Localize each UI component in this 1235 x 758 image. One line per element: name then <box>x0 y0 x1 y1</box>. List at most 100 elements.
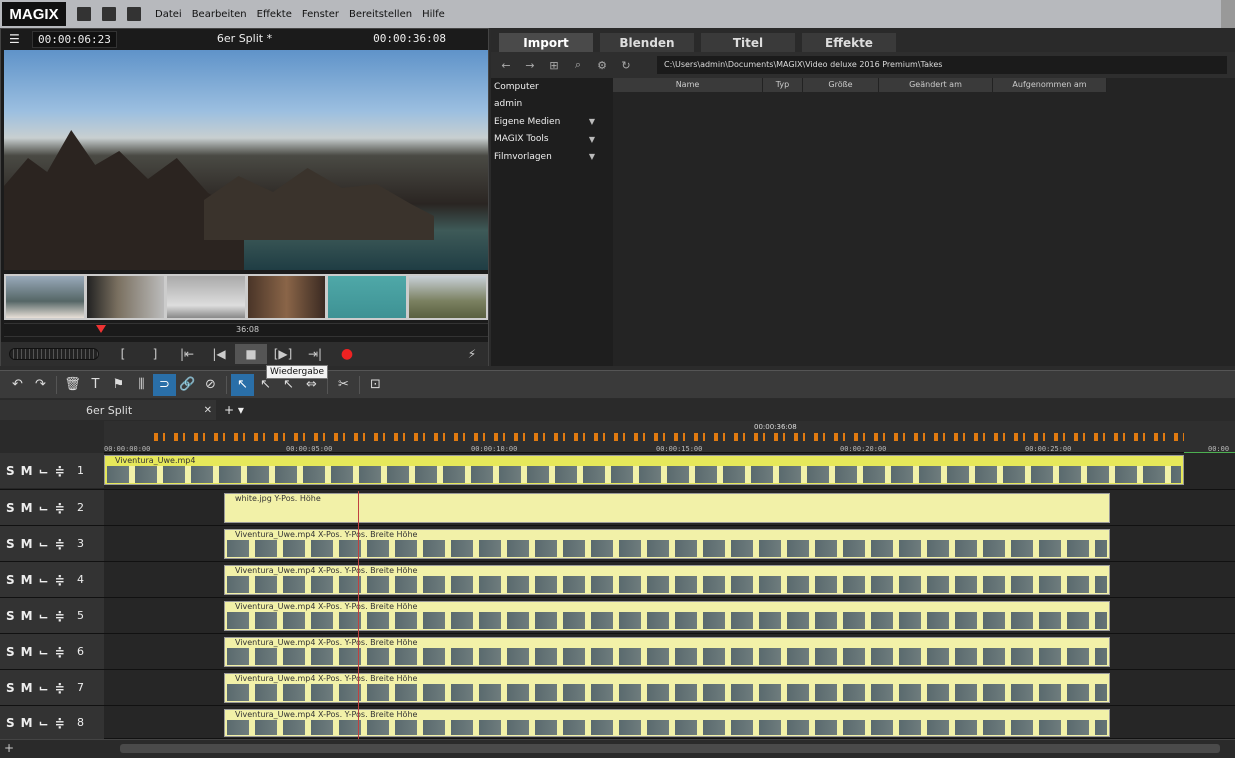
solo-button[interactable]: S <box>6 716 15 730</box>
mute-button[interactable]: M <box>21 464 33 478</box>
clip[interactable]: Viventura_Uwe.mp4 X-Pos. Y-Pos. Breite H… <box>224 529 1110 559</box>
lock-icon[interactable]: ⌙ <box>39 645 49 659</box>
back-arrow-icon[interactable]: ← <box>497 59 515 72</box>
magnet-icon[interactable]: ⊃ <box>153 373 176 396</box>
window-control[interactable] <box>1221 0 1235 28</box>
marker-flag-icon[interactable]: ⚑ <box>107 374 130 396</box>
mark-in-button[interactable]: [ <box>107 344 139 364</box>
mute-button[interactable]: M <box>21 609 33 623</box>
add-tab-icon[interactable]: + ▾ <box>224 403 244 417</box>
mute-button[interactable]: M <box>21 573 33 587</box>
tab-titel[interactable]: Titel <box>701 33 795 52</box>
tree-item-eigene-medien[interactable]: Eigene Medien ▼ <box>491 113 611 131</box>
menu-hilfe[interactable]: Hilfe <box>422 9 445 20</box>
search-icon[interactable]: ⌕ <box>569 58 587 72</box>
effects-icon[interactable]: ≑ <box>55 537 65 551</box>
save-icon[interactable] <box>127 7 141 21</box>
lock-icon[interactable]: ⌙ <box>39 537 49 551</box>
thumbnail-airplane[interactable] <box>167 276 245 318</box>
open-folder-icon[interactable] <box>102 7 116 21</box>
menu-datei[interactable]: Datei <box>155 9 182 20</box>
solo-button[interactable]: S <box>6 645 15 659</box>
tab-import[interactable]: Import <box>499 33 593 52</box>
lock-icon[interactable]: ⌙ <box>39 573 49 587</box>
column-geaendert[interactable]: Geändert am <box>879 78 993 92</box>
arrangement-tab[interactable]: 6er Split ✕ <box>0 400 216 420</box>
thumbnail-landscape[interactable] <box>408 276 486 318</box>
clip[interactable]: Viventura_Uwe.mp4 X-Pos. Y-Pos. Breite H… <box>224 601 1110 631</box>
solo-button[interactable]: S <box>6 464 15 478</box>
effects-icon[interactable]: ≑ <box>55 645 65 659</box>
group-icon[interactable]: ⫼ <box>130 374 153 396</box>
thumbnail-water[interactable] <box>328 276 406 318</box>
clip[interactable]: Viventura_Uwe.mp4 X-Pos. Y-Pos. Breite H… <box>224 709 1110 737</box>
mute-button[interactable]: M <box>21 537 33 551</box>
mute-button[interactable]: M <box>21 716 33 730</box>
scissors-icon[interactable]: ✂ <box>332 374 355 396</box>
redo-icon[interactable]: ↷ <box>29 374 52 396</box>
effects-icon[interactable]: ≑ <box>55 573 65 587</box>
effects-icon[interactable]: ≑ <box>55 501 65 515</box>
mute-button[interactable]: M <box>21 501 33 515</box>
gear-icon[interactable]: ⚙ <box>593 59 611 72</box>
clip[interactable]: Viventura_Uwe.mp4 X-Pos. Y-Pos. Breite H… <box>224 673 1110 703</box>
close-icon[interactable]: ✕ <box>204 405 212 416</box>
mark-out-button[interactable]: ] <box>139 344 171 364</box>
next-marker-icon[interactable]: [▶] <box>267 344 299 364</box>
thumbnail-people[interactable] <box>247 276 325 318</box>
tree-item-magix-tools[interactable]: MAGIX Tools ▼ <box>491 131 611 149</box>
folder-tree-icon[interactable]: ⊞ <box>545 59 563 72</box>
menu-bearbeiten[interactable]: Bearbeiten <box>192 9 247 20</box>
timeline-ruler[interactable]: 00:00:36:08 00:00:00:00 00:00:05:00 00:0… <box>104 421 1235 453</box>
column-aufgenommen[interactable]: Aufgenommen am <box>993 78 1107 92</box>
clip[interactable]: white.jpg Y-Pos. Höhe <box>224 493 1110 523</box>
thumbnail-plane-wing[interactable] <box>86 276 164 318</box>
undo-icon[interactable]: ↶ <box>6 374 29 396</box>
column-name[interactable]: Name <box>613 78 763 92</box>
go-to-end-icon[interactable]: ⇥| <box>299 344 331 364</box>
new-file-icon[interactable] <box>77 7 91 21</box>
tree-item-filmvorlagen[interactable]: Filmvorlagen ▼ <box>491 148 611 166</box>
lock-icon[interactable]: ⌙ <box>39 609 49 623</box>
menu-bereitstellen[interactable]: Bereitstellen <box>349 9 412 20</box>
solo-button[interactable]: S <box>6 681 15 695</box>
link-icon[interactable]: 🔗 <box>176 374 199 396</box>
insert-icon[interactable]: ⊡ <box>364 374 387 396</box>
clip[interactable]: Viventura_Uwe.mp4 X-Pos. Y-Pos. Breite H… <box>224 637 1110 667</box>
forward-arrow-icon[interactable]: → <box>521 59 539 72</box>
effects-icon[interactable]: ≑ <box>55 464 65 478</box>
clip[interactable]: Viventura_Uwe.mp4 <box>104 455 1184 485</box>
clip[interactable]: Viventura_Uwe.mp4 X-Pos. Y-Pos. Breite H… <box>224 565 1110 595</box>
horizontal-scrollbar[interactable]: + <box>0 739 1235 758</box>
add-track-icon[interactable]: + <box>4 741 14 755</box>
timeline-playhead[interactable] <box>358 491 359 739</box>
solo-button[interactable]: S <box>6 537 15 551</box>
lock-icon[interactable]: ⌙ <box>39 716 49 730</box>
column-typ[interactable]: Typ <box>763 78 803 92</box>
thumbnail-boat[interactable] <box>6 276 84 318</box>
menu-fenster[interactable]: Fenster <box>302 9 339 20</box>
menu-effekte[interactable]: Effekte <box>257 9 292 20</box>
column-groesse[interactable]: Größe <box>803 78 879 92</box>
pointer-icon[interactable]: ↖ <box>231 373 254 396</box>
effects-icon[interactable]: ≑ <box>55 681 65 695</box>
tab-blenden[interactable]: Blenden <box>600 33 694 52</box>
lock-icon[interactable]: ⌙ <box>39 464 49 478</box>
jog-wheel[interactable] <box>9 348 99 360</box>
scrollbar-thumb[interactable] <box>120 744 1220 753</box>
effects-icon[interactable]: ≑ <box>55 609 65 623</box>
unlink-icon[interactable]: ⊘ <box>199 374 222 396</box>
tree-item-computer[interactable]: Computer <box>491 78 611 96</box>
refresh-icon[interactable]: ↻ <box>617 59 635 72</box>
preview-scrubber[interactable]: 36:08 <box>4 323 488 337</box>
previous-frame-icon[interactable]: |◀ <box>203 344 235 364</box>
playhead-marker-icon[interactable] <box>95 325 106 333</box>
solo-button[interactable]: S <box>6 609 15 623</box>
lock-icon[interactable]: ⌙ <box>39 501 49 515</box>
tree-item-admin[interactable]: admin <box>491 96 611 114</box>
record-button[interactable]: ● <box>331 344 363 364</box>
stop-button[interactable]: ■ <box>235 344 267 364</box>
effects-icon[interactable]: ≑ <box>55 716 65 730</box>
tab-effekte[interactable]: Effekte <box>802 33 896 52</box>
go-to-start-icon[interactable]: |⇤ <box>171 344 203 364</box>
